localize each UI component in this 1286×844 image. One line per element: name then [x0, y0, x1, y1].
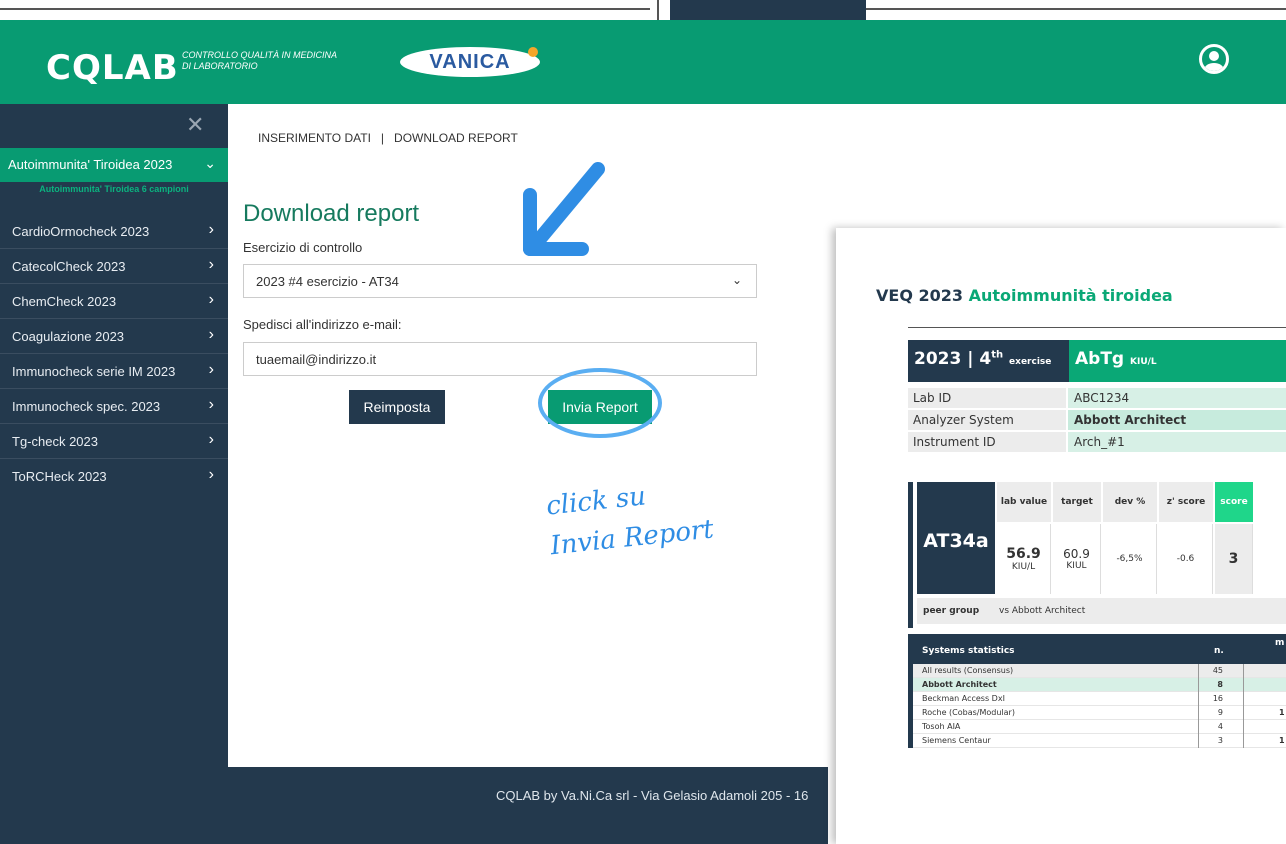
sidebar-item[interactable]: Immunocheck serie IM 2023 › [0, 354, 228, 389]
sidebar-item[interactable]: ToRCHeck 2023 › [0, 459, 228, 494]
tab-data-entry[interactable]: INSERIMENTO DATI [258, 131, 371, 145]
window-top-strip [0, 0, 1286, 20]
report-preview: VEQ 2023 Autoimmunità tiroidea 2023 | 4t… [836, 228, 1286, 844]
footer [228, 767, 828, 844]
sidebar-item[interactable]: Coagulazione 2023 › [0, 319, 228, 354]
handwritten-annotation: click su Invia Report [544, 481, 716, 562]
exercise-select[interactable]: 2023 #4 esercizio - AT34 ⌄ [243, 264, 757, 298]
sidebar-item[interactable]: ChemCheck 2023 › [0, 284, 228, 319]
table-row: Tosoh AIA 4 [913, 720, 1286, 734]
reset-button[interactable]: Reimposta [349, 390, 445, 424]
chevron-right-icon: › [208, 221, 214, 238]
sidebar-item[interactable]: Tg-check 2023 › [0, 424, 228, 459]
arrow-icon [523, 162, 605, 256]
logo-tagline: CONTROLLO QUALITÀ IN MEDICINA DI LABORAT… [182, 50, 338, 71]
table-row: Roche (Cobas/Modular) 9 1 [913, 706, 1286, 720]
report-result-box: AT34a lab value target dev % z' score sc… [908, 482, 1286, 628]
table-row: Beckman Access DxI 16 [913, 692, 1286, 706]
systems-statistics-table: Systems statistics n. m All results (Conse… [908, 634, 1286, 748]
chevron-right-icon: › [208, 291, 214, 308]
sample-id: AT34a [917, 482, 995, 594]
chevron-right-icon: › [208, 396, 214, 413]
report-info-row: Lab ID ABC1234 [908, 388, 1286, 408]
table-row: All results (Consensus) 45 [913, 664, 1286, 678]
email-field[interactable]: tuaemail@indirizzo.it [243, 342, 757, 376]
report-header: 2023 | 4th exercise AbTg KIU/L [908, 340, 1286, 382]
vanica-logo: VANICA [400, 47, 540, 77]
table-row: Abbott Architect 8 [913, 678, 1286, 692]
sidebar-subitem[interactable]: Autoimmunita' Tiroidea 6 campioni [0, 184, 228, 194]
tab-bar: INSERIMENTO DATI | DOWNLOAD REPORT [258, 131, 518, 145]
page-title: Download report [243, 200, 420, 227]
report-info-row: Instrument ID Arch_#1 [908, 432, 1286, 452]
sidebar-item[interactable]: Immunocheck spec. 2023 › [0, 389, 228, 424]
sidebar-item-autoimmunita[interactable]: Autoimmunita' Tiroidea 2023 ⌄ [0, 148, 228, 182]
chevron-right-icon: › [208, 466, 214, 483]
table-row: Siemens Centaur 3 1 [913, 734, 1286, 748]
chevron-right-icon: › [208, 326, 214, 343]
user-account-icon[interactable] [1199, 44, 1229, 74]
footer-text: CQLAB by Va.Ni.Ca srl - Via Gelasio Adam… [496, 788, 809, 803]
chevron-right-icon: › [208, 256, 214, 273]
report-title: VEQ 2023 Autoimmunità tiroidea [876, 286, 1173, 305]
email-label: Spedisci all'indirizzo e-mail: [243, 317, 402, 332]
tab-download-report[interactable]: DOWNLOAD REPORT [394, 131, 518, 145]
app-header: CQLAB CONTROLLO QUALITÀ IN MEDICINA DI L… [0, 20, 1286, 104]
cqlab-logo[interactable]: CQLAB [46, 48, 179, 88]
chevron-right-icon: › [208, 361, 214, 378]
sidebar-item[interactable]: CardioOrmocheck 2023 › [0, 214, 228, 249]
close-icon[interactable]: ✕ [186, 112, 204, 138]
highlight-circle [538, 368, 662, 438]
chevron-down-icon: ⌄ [204, 155, 216, 171]
exercise-label: Esercizio di controllo [243, 240, 363, 255]
report-info-row: Analyzer System Abbott Architect [908, 410, 1286, 430]
chevron-down-icon: ⌄ [731, 273, 742, 287]
chevron-right-icon: › [208, 431, 214, 448]
sidebar-item[interactable]: CatecolCheck 2023 › [0, 249, 228, 284]
sidebar: ✕ Autoimmunita' Tiroidea 2023 ⌄ Autoimmun… [0, 104, 228, 844]
